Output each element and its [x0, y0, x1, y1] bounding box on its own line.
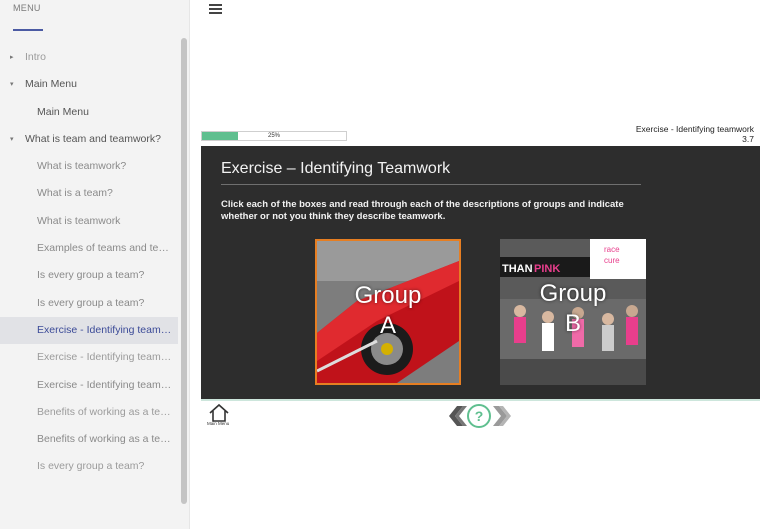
home-icon	[209, 403, 229, 422]
breadcrumb-number: 3.7	[742, 134, 754, 144]
group-b-card[interactable]: THAN PINK race cure Group B	[500, 239, 646, 385]
slide-navigation: ?	[445, 404, 517, 428]
sidebar-item-what-is-teamwork[interactable]: What is teamwork?	[0, 153, 178, 180]
sidebar-item-intro[interactable]: ▸ Intro	[0, 44, 178, 71]
sidebar-item-exercise-3[interactable]: Exercise - Identifying teamwork	[0, 372, 178, 399]
group-b-label-line1: Group	[539, 280, 607, 307]
group-a-label: Group A	[317, 281, 459, 341]
group-a-card[interactable]: Group A	[315, 239, 461, 385]
sidebar-item-label: Is every group a team?	[37, 269, 145, 282]
sidebar-scrollbar[interactable]	[181, 38, 187, 504]
slide-instructions: Click each of the boxes and read through…	[221, 199, 624, 222]
menu-underline	[13, 29, 43, 31]
banner-text-than: THAN	[502, 263, 533, 275]
sidebar-item-label: What is team and teamwork?	[25, 132, 161, 145]
sidebar: MENU ▸ Intro ▾ Main Menu Main Menu ▾ Wha…	[0, 0, 190, 529]
sidebar-item-benefits-2[interactable]: Benefits of working as a team	[0, 426, 178, 453]
sidebar-item-exercise-active[interactable]: Exercise - Identifying teamwork	[0, 316, 178, 345]
progress-label: 25%	[267, 133, 280, 139]
sidebar-item-label: Examples of teams and team work	[37, 242, 178, 255]
caret-down-icon: ▾	[10, 81, 14, 89]
sidebar-item-label: What is teamwork	[37, 214, 121, 227]
sidebar-item-label: Exercise - Identifying teamwork	[37, 323, 178, 336]
sidebar-item-label: Benefits of working as a team	[37, 405, 175, 418]
footer-divider	[201, 399, 760, 401]
next-chevron-icon[interactable]	[493, 404, 515, 428]
main-content: 25% Exercise - Identifying teamwork 3.7 …	[190, 0, 768, 529]
sidebar-item-label: Exercise - Identifying teamwork	[37, 351, 178, 364]
sidebar-item-main-menu-section[interactable]: ▾ Main Menu	[0, 71, 178, 98]
hamburger-icon[interactable]	[209, 4, 222, 14]
caret-right-icon: ▸	[10, 54, 14, 61]
sidebar-item-every-group-1[interactable]: Is every group a team?	[0, 262, 178, 289]
race-logo-text: race	[604, 245, 620, 254]
sidebar-item-label: Benefits of working as a team	[37, 433, 175, 446]
sidebar-item-label: Is every group a team?	[37, 296, 145, 309]
group-b-label-line2: B	[564, 310, 581, 337]
sidebar-item-examples[interactable]: Examples of teams and team work	[0, 235, 178, 262]
sidebar-item-what-is-teamwork-2[interactable]: What is teamwork	[0, 208, 178, 235]
caret-down-icon: ▾	[10, 135, 14, 143]
sidebar-item-label: What is teamwork?	[37, 160, 127, 173]
sidebar-item-label: Main Menu	[25, 78, 77, 91]
sidebar-item-every-group-2[interactable]: Is every group a team?	[0, 290, 178, 317]
sidebar-item-team-section[interactable]: ▾ What is team and teamwork?	[0, 126, 178, 153]
progress-bar: 25%	[201, 131, 347, 141]
sidebar-item-benefits-1[interactable]: Benefits of working as a team	[0, 399, 178, 426]
sidebar-item-label: Main Menu	[37, 105, 89, 118]
sidebar-item-what-is-a-team[interactable]: What is a team?	[0, 180, 178, 207]
sidebar-item-main-menu[interactable]: Main Menu	[0, 99, 178, 126]
group-a-label-line1: Group	[354, 282, 422, 309]
breadcrumb: Exercise - Identifying teamwork 3.7	[636, 124, 754, 144]
slide-panel: Exercise – Identifying Teamwork Click ea…	[201, 146, 760, 399]
home-label: Main Menu	[207, 421, 230, 426]
menu-list: ▸ Intro ▾ Main Menu Main Menu ▾ What is …	[0, 44, 178, 481]
group-b-label: Group B	[500, 279, 646, 339]
help-button[interactable]: ?	[467, 404, 491, 428]
race-logo-cure: cure	[604, 256, 620, 265]
sidebar-item-every-group-3[interactable]: Is every group a team?	[0, 453, 178, 480]
sidebar-item-label: What is a team?	[37, 187, 113, 200]
slide-divider	[221, 184, 641, 185]
group-a-label-line2: A	[379, 312, 396, 339]
breadcrumb-title: Exercise - Identifying teamwork	[635, 124, 754, 134]
banner-text-pink: PINK	[534, 263, 560, 275]
menu-header: MENU	[13, 3, 41, 13]
sidebar-item-label: Exercise - Identifying teamwork	[37, 378, 178, 391]
sidebar-item-label: Intro	[25, 51, 47, 63]
previous-chevron-icon[interactable]	[445, 404, 467, 428]
slide-title: Exercise – Identifying Teamwork	[221, 160, 451, 177]
sidebar-item-exercise-2[interactable]: Exercise - Identifying teamwork	[0, 344, 178, 371]
sidebar-item-label: Is every group a team?	[37, 460, 145, 473]
